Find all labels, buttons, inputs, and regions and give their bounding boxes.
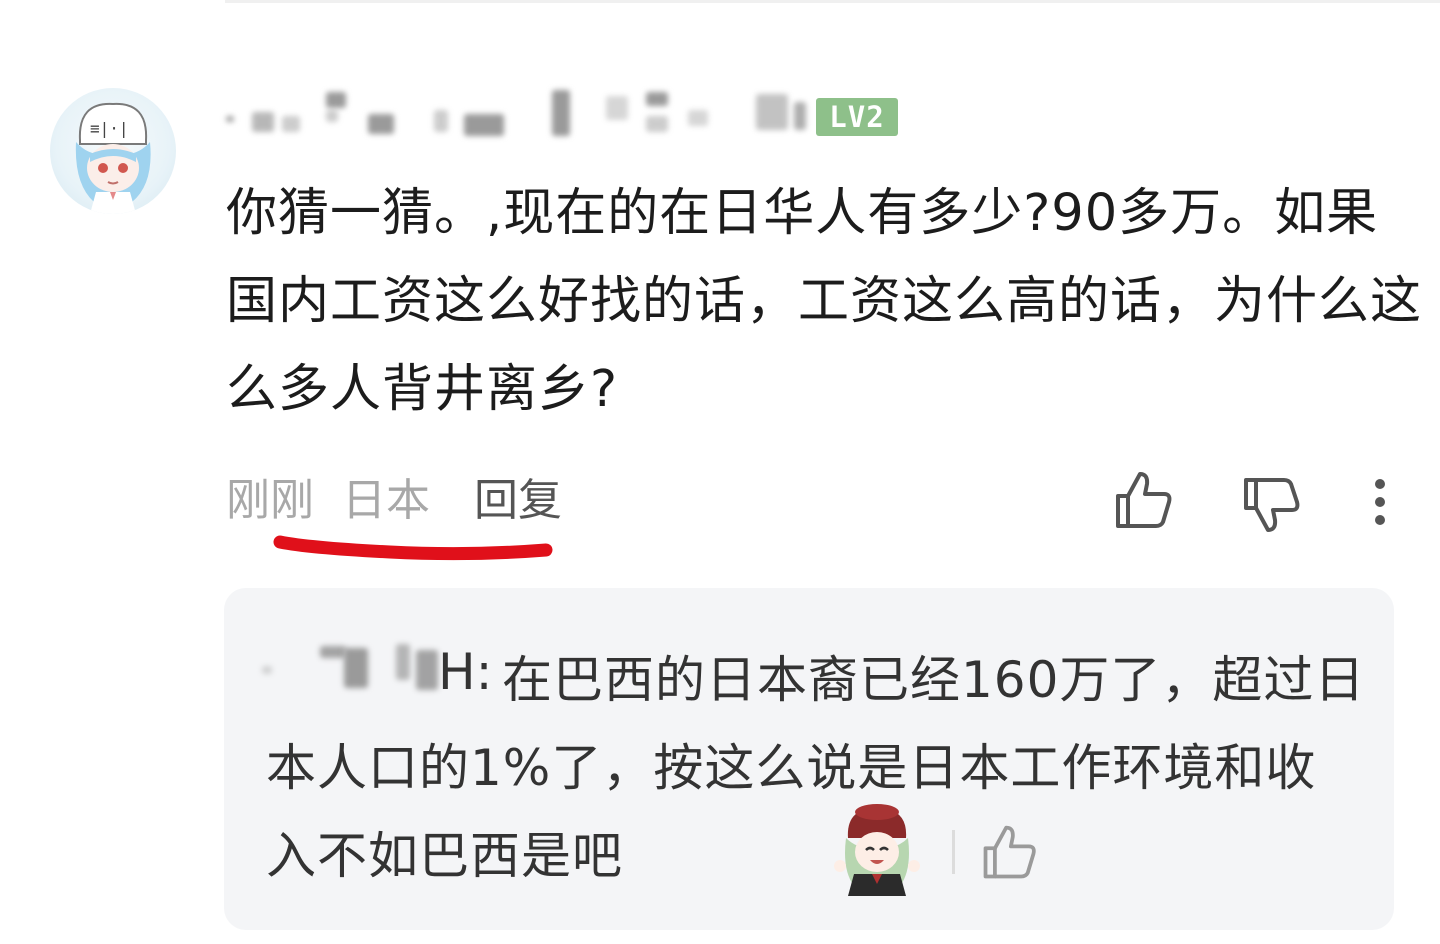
- top-divider: [225, 0, 1440, 3]
- anime-avatar-icon: ≡|·|: [75, 102, 151, 214]
- svg-text:≡|·|: ≡|·|: [90, 119, 129, 138]
- dislike-button[interactable]: [1238, 470, 1304, 536]
- comment-meta: 刚刚 日本 回复: [226, 470, 562, 532]
- comment-text: 你猜一猜。,现在的在日华人有多少?90多万。如果国内工资这么好找的话，工资这么高…: [226, 184, 1423, 419]
- reply-like-button[interactable]: [978, 822, 1040, 884]
- anime-girl-sticker: [834, 804, 920, 896]
- red-underline-annotation: [273, 535, 553, 561]
- comment-time: 刚刚: [226, 475, 314, 526]
- level-badge: LV2: [816, 98, 898, 136]
- user-avatar[interactable]: ≡|·|: [50, 88, 176, 214]
- more-vertical-icon: [1375, 479, 1385, 525]
- reply-username-suffix: H:: [438, 643, 493, 701]
- thumbs-down-icon: [1244, 478, 1300, 532]
- thumbs-up-icon: [983, 825, 1036, 879]
- reply-button[interactable]: 回复: [474, 475, 562, 526]
- reply-username-blurred[interactable]: H:: [262, 640, 492, 701]
- like-button[interactable]: [1110, 468, 1176, 534]
- reply-action-divider: [952, 830, 955, 874]
- more-options-button[interactable]: [1360, 472, 1400, 532]
- username-blurred[interactable]: [226, 88, 810, 140]
- comment-location: 日本: [342, 475, 430, 526]
- thumbs-up-icon: [1116, 472, 1172, 528]
